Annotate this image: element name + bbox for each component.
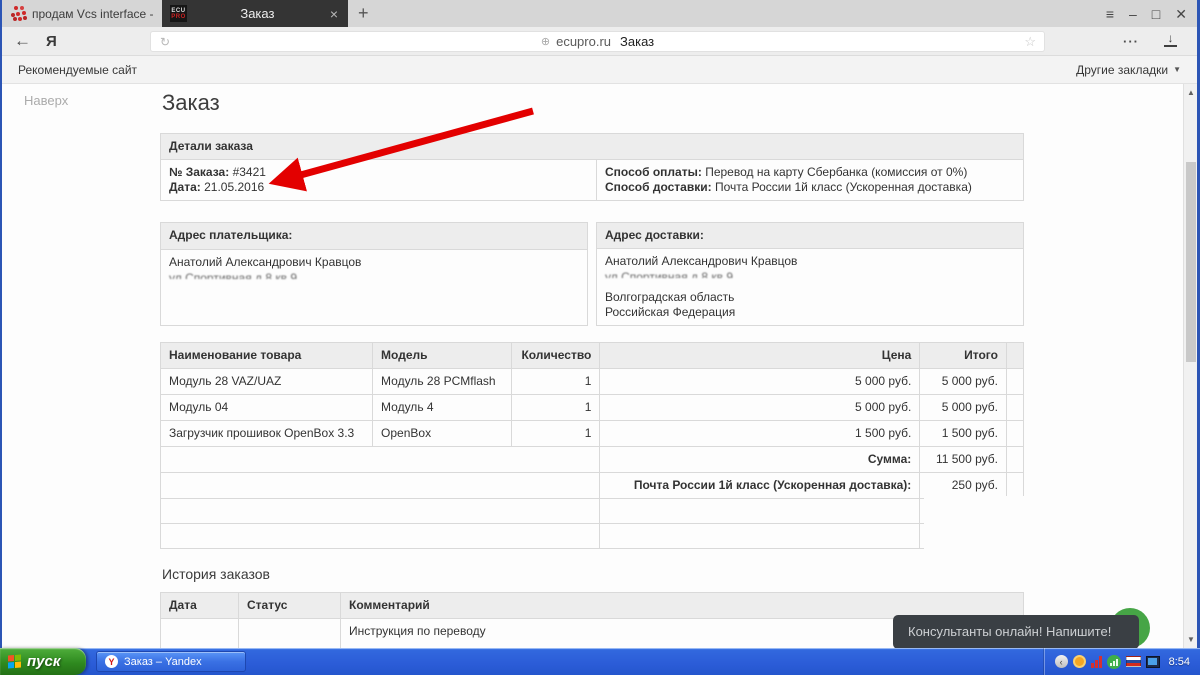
order-number: #3421 (232, 165, 266, 179)
tray-clock: 8:54 (1168, 655, 1190, 668)
yandex-task-icon: Y (105, 655, 118, 668)
empty-row (159, 523, 1025, 549)
shipping-row: Почта России 1й класс (Ускоренная достав… (159, 472, 1025, 499)
address-bar[interactable]: ↻ ⊕ ecupro.ru Заказ ☆ (150, 31, 1045, 52)
delivery-name: Анатолий Александрович Кравцов (605, 254, 798, 268)
window-controls: ≡ – □ ✕ (1106, 0, 1187, 27)
delivery-method: Почта России 1й класс (Ускоренная достав… (714, 180, 972, 194)
page-content: Заказ Детали заказа № Заказа: #3421 Дата… (159, 88, 1025, 648)
other-bookmarks-button[interactable]: Другие закладки ▼ (1076, 63, 1181, 77)
addresses-row: Адрес плательщика: Анатолий Александрови… (160, 222, 1024, 326)
delivery-region: Волгоградская область (605, 290, 735, 304)
tray-network-monitor-icon[interactable] (1145, 655, 1160, 668)
sum-label: Сумма: (599, 446, 921, 473)
order-date: 21.05.2016 (204, 180, 265, 194)
order-details-table: Детали заказа № Заказа: #3421 Дата: 21.0… (160, 133, 1024, 201)
vertical-scrollbar[interactable]: ▲ ▼ (1183, 84, 1197, 648)
address-path: Заказ (620, 34, 655, 49)
sum-value: 11 500 руб. (919, 446, 1007, 473)
shipping-value: 250 руб. (919, 472, 1007, 499)
address-domain: ecupro.ru (556, 34, 612, 49)
more-icon[interactable]: ··· (1123, 34, 1139, 49)
erased-area (924, 496, 1024, 549)
maximize-icon[interactable]: □ (1152, 7, 1160, 21)
back-to-top-link[interactable]: Наверх (24, 93, 68, 108)
download-icon[interactable]: ↓ (1164, 32, 1177, 47)
taskbar-task-button[interactable]: Y Заказ – Yandex (96, 651, 246, 672)
order-details-right-cell: Способ оплаты: Перевод на карту Сбербанк… (596, 159, 1024, 201)
chat-widget[interactable]: Консультанты онлайн! Напишите! (893, 615, 1139, 648)
new-tab-button[interactable]: + (358, 3, 369, 24)
tab-strip: продам Vcs interface - Купл ECU PRO Зака… (2, 0, 1197, 27)
close-icon[interactable]: ✕ (1175, 7, 1187, 21)
menu-icon[interactable]: ≡ (1106, 7, 1114, 21)
scrollbar-thumb[interactable] (1186, 162, 1196, 362)
scroll-up-icon[interactable]: ▲ (1184, 88, 1197, 97)
order-details-header: Детали заказа (160, 133, 1024, 160)
tray-red-signal-icon[interactable] (1090, 655, 1102, 668)
browser-window: продам Vcs interface - Купл ECU PRO Зака… (0, 0, 1200, 648)
delivery-address-cell: Анатолий Александрович Кравцов ул Спорти… (596, 248, 1024, 326)
desktop-screen: продам Vcs interface - Купл ECU PRO Зака… (0, 0, 1200, 675)
payer-address-cell: Анатолий Александрович Кравцов ул Спорти… (160, 249, 588, 326)
minimize-icon[interactable]: – (1129, 7, 1137, 21)
history-header-row: Дата Статус Комментарий (160, 592, 1024, 619)
tray-orange-app-icon[interactable] (1072, 655, 1086, 668)
navigation-bar: ← Я ↻ ⊕ ecupro.ru Заказ ☆ ··· ↓ (2, 27, 1197, 56)
tray-green-signal-icon[interactable] (1106, 654, 1121, 669)
products-wrap: Наименование товара Модель Количество Це… (159, 342, 1025, 549)
delivery-street-obscured: ул Спортивная д 8 кв 9 (605, 271, 734, 278)
chevron-down-icon: ▼ (1173, 65, 1181, 74)
tray-language-flag-icon[interactable] (1125, 656, 1141, 667)
system-tray: ‹ 8:54 (1043, 648, 1200, 675)
chat-text: Консультанты онлайн! Напишите! (908, 624, 1112, 639)
tab-active-title: Заказ (240, 6, 275, 21)
start-button[interactable]: пуск (0, 648, 86, 675)
payment-method: Перевод на карту Сбербанка (комиссия от … (705, 165, 968, 179)
globe-icon: ⊕ (540, 36, 551, 48)
site-favicon-dots-icon (16, 11, 20, 16)
payer-name: Анатолий Александрович Кравцов (169, 255, 362, 269)
tab-inactive-title: продам Vcs interface - Купл (32, 6, 154, 21)
back-icon[interactable]: ← (14, 31, 31, 51)
ecu-favicon-icon: ECU PRO (170, 5, 187, 22)
order-details-left-cell: № Заказа: #3421 Дата: 21.05.2016 (160, 159, 597, 201)
tab-inactive[interactable]: продам Vcs interface - Купл (2, 0, 162, 27)
tab-active[interactable]: ECU PRO Заказ × (162, 0, 348, 27)
products-header-row: Наименование товара Модель Количество Це… (159, 342, 1025, 369)
table-row: Загрузчик прошивок OpenBox 3.3 OpenBox 1… (159, 420, 1025, 447)
sum-row: Сумма: 11 500 руб. (159, 446, 1025, 473)
delivery-address-table: Адрес доставки: Анатолий Александрович К… (596, 222, 1024, 326)
shipping-label: Почта России 1й класс (Ускоренная достав… (599, 472, 921, 499)
payer-street-obscured: ул Спортивная д 8 кв 9 (169, 272, 298, 279)
tray-collapse-icon[interactable]: ‹ (1054, 655, 1068, 668)
windows-logo-icon (8, 654, 21, 669)
taskbar: пуск Y Заказ – Yandex ‹ 8:54 (0, 648, 1200, 675)
delivery-address-header: Адрес доставки: (596, 222, 1024, 249)
products-table: Наименование товара Модель Количество Це… (159, 342, 1025, 549)
bookmarks-bar: Рекомендуемые сайт Другие закладки ▼ (2, 56, 1197, 84)
page-viewport: Наверх Заказ Детали заказа № Заказа: #34… (2, 84, 1197, 648)
tab-close-icon[interactable]: × (328, 6, 340, 22)
empty-row (159, 498, 1025, 524)
scroll-down-icon[interactable]: ▼ (1184, 635, 1197, 644)
bookmark-recommended-sites[interactable]: Рекомендуемые сайт (18, 63, 137, 77)
page-title: Заказ (162, 90, 220, 115)
yandex-logo-icon[interactable]: Я (46, 33, 57, 50)
history-title: История заказов (162, 566, 270, 582)
reload-icon[interactable]: ↻ (160, 35, 170, 49)
bookmark-star-icon[interactable]: ☆ (1024, 34, 1036, 50)
payer-address-header: Адрес плательщика: (160, 222, 588, 250)
table-row: Модуль 28 VAZ/UAZ Модуль 28 PCMflash 1 5… (159, 368, 1025, 395)
table-row: Модуль 04 Модуль 4 1 5 000 руб. 5 000 ру… (159, 394, 1025, 421)
delivery-country: Российская Федерация (605, 305, 736, 319)
payer-address-table: Адрес плательщика: Анатолий Александрови… (160, 222, 588, 326)
